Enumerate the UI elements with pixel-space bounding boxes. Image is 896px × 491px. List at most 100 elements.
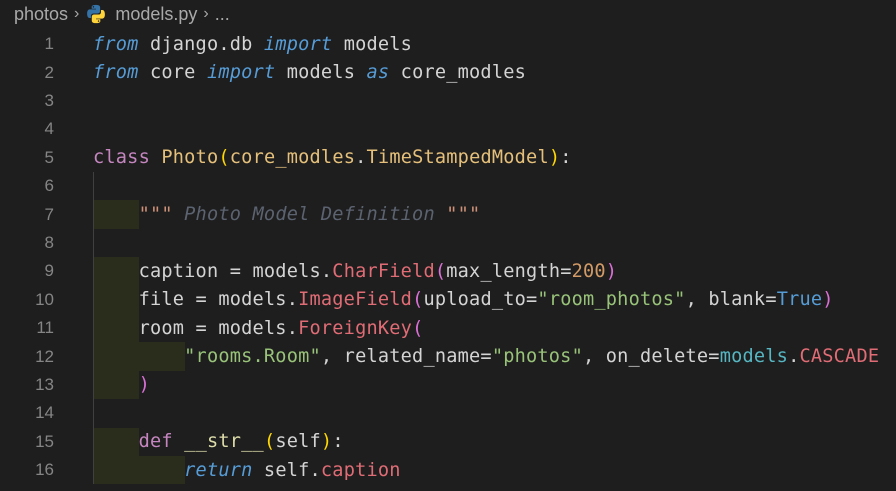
chevron-right-icon: › — [203, 5, 209, 22]
code-token: file = models. — [93, 289, 299, 311]
code-text: ) — [93, 374, 150, 395]
line-number: 9 — [44, 261, 54, 281]
breadcrumb: photos › models.py › ... — [0, 0, 896, 28]
code-token: , on_delete= — [582, 346, 720, 368]
code-token: : — [332, 431, 344, 453]
code-token: caption = models. — [93, 260, 333, 282]
code-text: def __str__(self): — [93, 431, 344, 452]
code-line[interactable]: 5 class Photo(core_modles.TimeStampedMode… — [0, 144, 896, 172]
chevron-right-icon: › — [74, 5, 80, 22]
line-number: 5 — [44, 147, 54, 167]
code-token: """ — [138, 204, 173, 226]
breadcrumb-more[interactable]: ... — [215, 4, 230, 25]
line-number: 13 — [35, 374, 54, 394]
code-token: ( — [434, 260, 447, 282]
code-token: ) — [548, 147, 561, 169]
code-token: upload_to= — [423, 289, 538, 311]
code-token: Photo — [161, 147, 219, 169]
line-number: 12 — [35, 346, 54, 366]
line-number: 8 — [44, 232, 54, 252]
code-token: 200 — [571, 260, 606, 282]
code-token: self. — [252, 459, 321, 481]
code-line[interactable]: 14 — [0, 399, 896, 427]
code-token: ( — [263, 431, 276, 453]
code-line[interactable]: 1 from django.db import models — [0, 30, 896, 58]
code-token: ForeignKey — [298, 317, 413, 339]
code-token: from — [93, 62, 139, 84]
code-token: max_length= — [446, 260, 572, 282]
code-token: import — [263, 33, 333, 55]
code-token: models — [275, 62, 367, 84]
code-text: "rooms.Room", related_name="photos", on_… — [93, 346, 879, 367]
line-number: 11 — [36, 318, 54, 338]
code-line[interactable]: 15 def __str__(self): — [0, 427, 896, 456]
code-token: models — [332, 33, 413, 55]
code-token: caption — [320, 459, 401, 481]
code-text: from django.db import models — [93, 34, 412, 55]
code-line[interactable]: 2 from core import models as core_modles — [0, 58, 896, 86]
code-token: CharField — [332, 260, 435, 282]
code-text: return self.caption — [93, 460, 401, 481]
code-text: room = models.ForeignKey( — [93, 317, 424, 339]
code-token: models — [719, 346, 789, 368]
code-token: ) — [138, 374, 150, 396]
code-token: self — [275, 431, 321, 453]
code-line[interactable]: 3 — [0, 87, 896, 115]
code-token: room = models. — [93, 317, 299, 339]
indent-guide-line — [93, 172, 94, 485]
line-number: 2 — [44, 62, 54, 82]
code-text: from core import models as core_modles — [93, 62, 526, 83]
code-token: import — [206, 62, 276, 84]
code-token: , blank= — [685, 289, 777, 311]
code-line[interactable]: 11 room = models.ForeignKey( — [0, 314, 896, 343]
line-number: 6 — [44, 176, 54, 196]
code-text: file = models.ImageField(upload_to="room… — [93, 289, 834, 310]
line-number: 7 — [44, 204, 54, 224]
line-number: 10 — [35, 289, 54, 309]
line-number: 4 — [44, 119, 54, 139]
code-token: """ — [446, 204, 481, 226]
code-line[interactable]: 10 file = models.ImageField(upload_to="r… — [0, 285, 896, 314]
code-token: django.db — [138, 33, 264, 55]
code-line[interactable]: 7 """ Photo Model Definition """ — [0, 200, 896, 229]
code-token: TimeStampedModel — [366, 147, 549, 169]
code-token: . — [788, 346, 800, 368]
line-number: 1 — [44, 34, 54, 54]
breadcrumb-file[interactable]: models.py — [85, 3, 197, 25]
code-editor[interactable]: 1 from django.db import models 2 from core … — [0, 30, 896, 491]
code-token: class — [93, 147, 150, 169]
code-token: core_modles — [389, 62, 527, 84]
code-token: "photos" — [491, 346, 583, 368]
code-token: ( — [412, 317, 424, 339]
code-token: core — [138, 62, 207, 84]
code-line[interactable]: 12 "rooms.Room", related_name="photos", … — [0, 342, 896, 371]
code-token: from — [93, 33, 139, 55]
line-number: 14 — [35, 403, 54, 423]
code-token: ( — [218, 147, 230, 169]
code-token: ImageField — [298, 289, 413, 311]
code-line[interactable]: 13 ) — [0, 370, 896, 400]
code-line[interactable]: 8 — [0, 229, 896, 257]
code-token: True — [776, 289, 823, 311]
code-token: , related_name= — [320, 346, 492, 368]
line-number: 3 — [44, 90, 54, 110]
code-token: Photo Model Definition — [172, 204, 447, 226]
code-text: caption = models.CharField(max_length=20… — [93, 261, 617, 282]
code-token: return — [184, 459, 253, 481]
code-line[interactable]: 4 — [0, 115, 896, 143]
code-line[interactable]: 16 return self.caption — [0, 456, 896, 485]
code-text: class Photo(core_modles.TimeStampedModel… — [93, 147, 572, 168]
code-line[interactable]: 9 caption = models.CharField(max_length=… — [0, 257, 896, 286]
python-icon — [87, 4, 106, 24]
code-line[interactable]: 6 — [0, 172, 896, 200]
code-token: "rooms.Room" — [184, 346, 321, 368]
code-token: ) — [822, 289, 834, 311]
breadcrumb-folder[interactable]: photos — [0, 4, 68, 25]
